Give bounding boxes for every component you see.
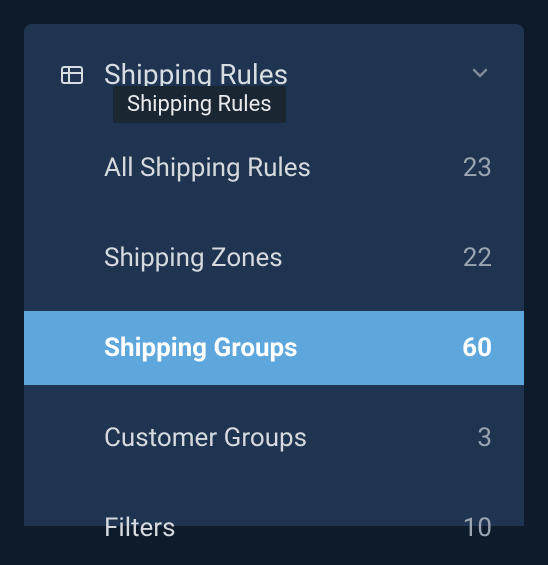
sidebar-item-shipping-zones[interactable]: Shipping Zones 22 [24, 221, 524, 295]
sidebar-item-all-shipping-rules[interactable]: All Shipping Rules 23 [24, 131, 524, 205]
sidebar-item-count: 10 [463, 513, 492, 543]
sidebar-item-shipping-groups[interactable]: Shipping Groups 60 [24, 311, 524, 385]
sidebar-item-label: Shipping Zones [104, 243, 283, 273]
sidebar: Shipping Rules Shipping Rules All Shippi… [24, 24, 524, 526]
sidebar-item-label: All Shipping Rules [104, 153, 311, 183]
table-icon [60, 63, 84, 87]
sidebar-item-count: 60 [462, 333, 492, 363]
sidebar-item-customer-groups[interactable]: Customer Groups 3 [24, 401, 524, 475]
sidebar-item-count: 22 [463, 243, 492, 273]
sidebar-item-label: Shipping Groups [104, 333, 298, 363]
sidebar-item-count: 3 [477, 423, 492, 453]
sidebar-item-label: Filters [104, 513, 176, 543]
sidebar-item-filters[interactable]: Filters 10 [24, 491, 524, 565]
nav-list: All Shipping Rules 23 Shipping Zones 22 … [24, 131, 524, 565]
sidebar-item-count: 23 [463, 153, 492, 183]
tooltip: Shipping Rules [113, 86, 286, 123]
sidebar-item-label: Customer Groups [104, 423, 307, 453]
chevron-down-icon[interactable] [468, 61, 492, 89]
